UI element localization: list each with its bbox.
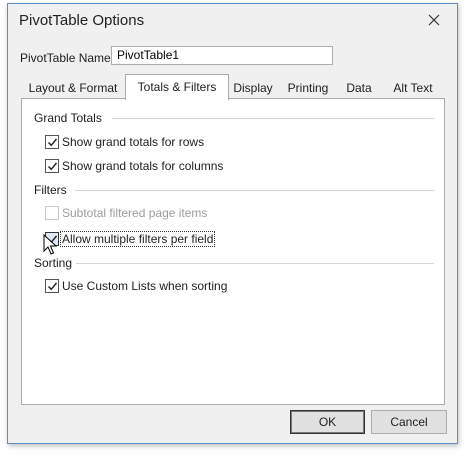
close-button[interactable]: [421, 9, 447, 33]
checkbox-grand-totals-rows[interactable]: [45, 135, 59, 149]
tab-data[interactable]: Data: [337, 78, 381, 98]
close-icon: [428, 14, 440, 26]
checkbox-label-multiple-filters: Allow multiple filters per field: [59, 231, 216, 247]
group-divider: [75, 190, 434, 191]
pivottable-name-input[interactable]: [111, 46, 333, 65]
checkbox-grand-totals-columns[interactable]: [45, 159, 59, 173]
tab-layout-format[interactable]: Layout & Format: [21, 78, 125, 98]
group-label-grand-totals: Grand Totals: [34, 111, 102, 125]
checkmark-icon: [47, 282, 58, 291]
checkbox-label-subtotal-filtered: Subtotal filtered page items: [62, 206, 208, 220]
group-divider: [76, 263, 434, 264]
checkbox-use-custom-lists[interactable]: [45, 279, 59, 293]
tab-printing[interactable]: Printing: [279, 78, 337, 98]
checkmark-icon: [47, 138, 58, 147]
mouse-pointer-icon: [43, 234, 57, 255]
group-divider: [112, 118, 434, 119]
tab-strip: Layout & Format Totals & Filters Display…: [21, 74, 451, 100]
pivottable-name-label: PivotTable Name:: [20, 51, 115, 65]
tab-display[interactable]: Display: [228, 78, 278, 98]
checkbox-label-grand-totals-columns: Show grand totals for columns: [62, 159, 224, 173]
checkmark-icon: [47, 162, 58, 171]
dialog-title: PivotTable Options: [19, 12, 145, 29]
checkbox-label-grand-totals-rows: Show grand totals for rows: [62, 135, 205, 149]
cancel-button[interactable]: Cancel: [371, 410, 447, 434]
ok-button[interactable]: OK: [290, 410, 365, 434]
checkbox-label-custom-lists: Use Custom Lists when sorting: [62, 279, 228, 293]
checkbox-subtotal-filtered-page-items[interactable]: [45, 206, 59, 220]
pivottable-options-dialog: PivotTable Options PivotTable Name: Layo…: [7, 3, 458, 444]
tab-totals-filters[interactable]: Totals & Filters: [125, 74, 229, 100]
group-label-sorting: Sorting: [34, 256, 73, 270]
tab-alt-text[interactable]: Alt Text: [381, 78, 445, 98]
totals-filters-panel: Grand Totals Show grand totals for rows …: [21, 98, 445, 405]
group-label-filters: Filters: [34, 183, 67, 197]
